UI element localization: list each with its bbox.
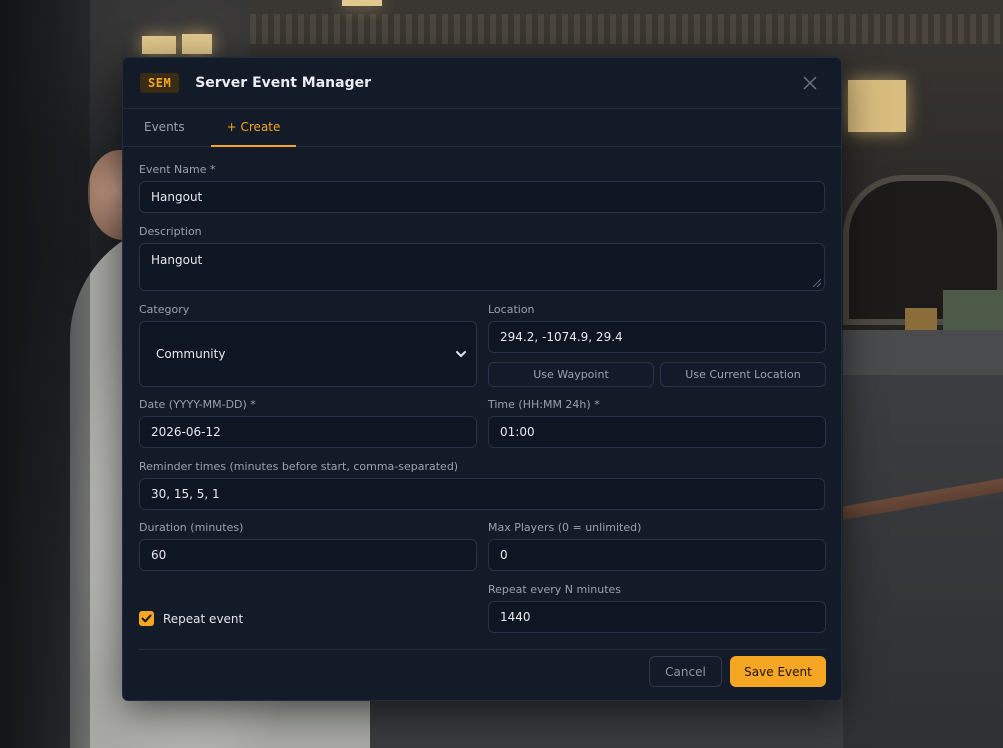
category-value: Community	[156, 347, 226, 361]
event-name-label: Event Name *	[139, 163, 216, 176]
event-manager-modal: SEM Server Event Manager Events + Create…	[122, 57, 842, 701]
duration-label: Duration (minutes)	[139, 521, 244, 534]
check-icon	[141, 614, 152, 623]
reminders-input[interactable]: 30, 15, 5, 1	[139, 478, 825, 510]
time-label: Time (HH:MM 24h) *	[488, 398, 600, 411]
event-name-input[interactable]: Hangout	[139, 181, 825, 213]
max-players-label: Max Players (0 = unlimited)	[488, 521, 642, 534]
repeat-every-label: Repeat every N minutes	[488, 583, 622, 596]
repeat-checkbox[interactable]	[139, 611, 154, 626]
category-label: Category	[139, 303, 190, 316]
modal-title: Server Event Manager	[195, 75, 372, 91]
date-input[interactable]: 2026-06-12	[139, 416, 477, 448]
tab-events[interactable]: Events	[128, 109, 201, 147]
tab-create[interactable]: + Create	[210, 109, 297, 147]
tab-bar: Events + Create	[123, 109, 841, 147]
use-waypoint-button[interactable]: Use Waypoint	[488, 362, 654, 387]
duration-input[interactable]: 60	[139, 539, 477, 571]
cancel-button[interactable]: Cancel	[649, 656, 722, 687]
description-label: Description	[139, 225, 202, 238]
reminders-label: Reminder times (minutes before start, co…	[139, 460, 459, 473]
resize-handle-icon[interactable]	[813, 279, 821, 287]
time-input[interactable]: 01:00	[488, 416, 826, 448]
location-label: Location	[488, 303, 535, 316]
footer-divider	[139, 649, 825, 650]
repeat-every-input[interactable]: 1440	[488, 601, 826, 633]
app-badge: SEM	[140, 73, 180, 93]
category-select[interactable]: Community	[139, 321, 477, 387]
use-current-location-button[interactable]: Use Current Location	[660, 362, 826, 387]
max-players-input[interactable]: 0	[488, 539, 826, 571]
modal-header: SEM Server Event Manager	[123, 58, 841, 109]
date-label: Date (YYYY-MM-DD) *	[139, 398, 256, 411]
close-icon[interactable]	[799, 72, 821, 94]
repeat-label[interactable]: Repeat event	[163, 612, 243, 626]
description-textarea[interactable]: Hangout	[139, 243, 825, 291]
location-input[interactable]: 294.2, -1074.9, 29.4	[488, 321, 826, 353]
save-event-button[interactable]: Save Event	[730, 656, 826, 687]
chevron-down-icon	[456, 351, 466, 357]
description-value: Hangout	[151, 253, 203, 267]
